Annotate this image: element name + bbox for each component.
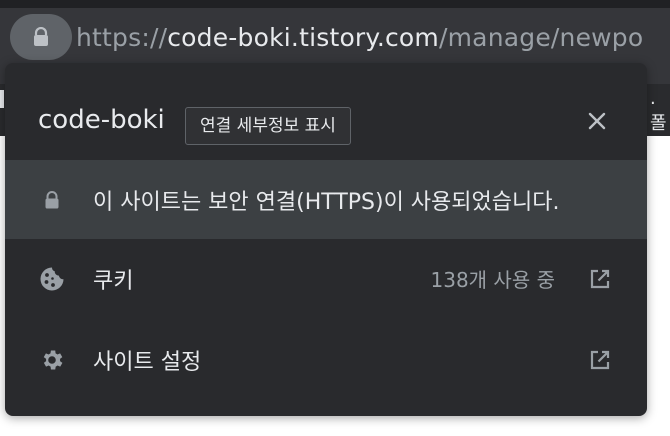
url-host: code-boki.tistory.com	[167, 23, 439, 52]
settings-icon-wrap	[37, 320, 67, 399]
close-icon	[588, 112, 606, 130]
cookie-icon	[40, 267, 64, 290]
open-in-new-icon	[590, 350, 610, 369]
lock-icon	[34, 27, 48, 46]
page-edge-text: . 폴	[650, 88, 667, 134]
open-in-new-icon	[590, 269, 610, 288]
site-settings-row[interactable]: 사이트 설정	[5, 320, 647, 399]
site-info-button[interactable]	[10, 14, 72, 60]
close-button[interactable]	[579, 103, 615, 139]
url-scheme: https://	[76, 23, 168, 52]
connection-details-tooltip: 연결 세부정보 표시	[185, 107, 351, 145]
address-bar-url[interactable]: https://code-boki.tistory.com/manage/new…	[76, 20, 643, 56]
url-path: /manage/newpo	[439, 23, 644, 52]
site-settings-label: 사이트 설정	[93, 349, 202, 375]
site-settings-open-button[interactable]	[585, 320, 615, 399]
security-lock	[37, 160, 67, 239]
gear-icon	[43, 349, 63, 370]
cookies-icon-wrap	[37, 239, 67, 318]
page-edge-glyph	[0, 90, 4, 108]
security-message: 이 사이트는 보안 연결(HTTPS)이 사용되었습니다.	[93, 189, 560, 215]
cookies-row[interactable]: 쿠키 138개 사용 중	[5, 239, 647, 318]
lock-icon	[45, 190, 59, 208]
site-info-popup: code-boki 연결 세부정보 표시 이 사이트는 보안 연결(HTTPS)…	[5, 63, 647, 416]
connection-security-row[interactable]: 이 사이트는 보안 연결(HTTPS)이 사용되었습니다.	[5, 160, 647, 239]
cookies-count: 138개 사용 중	[430, 268, 556, 292]
tab-strip	[0, 0, 670, 8]
cookies-label: 쿠키	[93, 268, 134, 294]
popup-header: code-boki 연결 세부정보 표시	[5, 63, 647, 160]
cookies-open-button[interactable]	[585, 239, 615, 318]
site-name: code-boki	[38, 105, 165, 135]
